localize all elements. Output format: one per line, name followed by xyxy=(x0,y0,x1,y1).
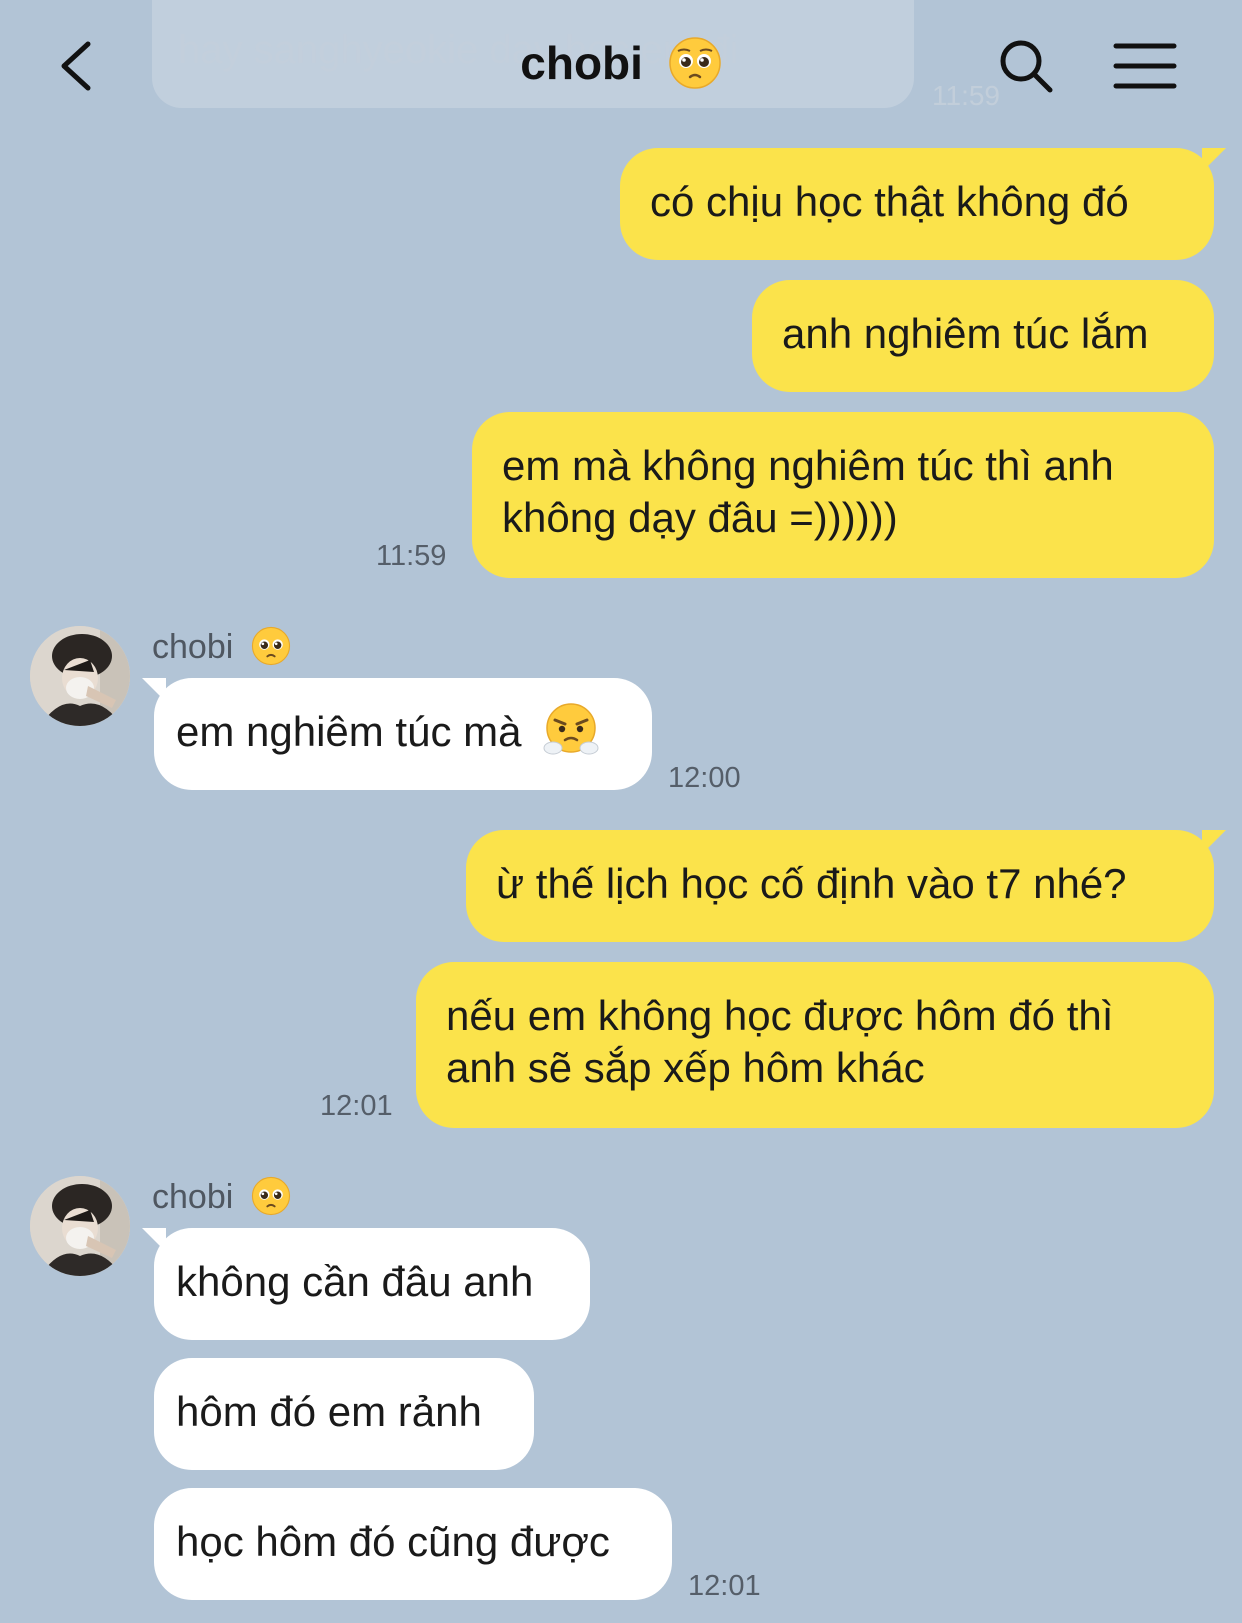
face-with-steam-emoji xyxy=(543,703,599,755)
sender-name-text: chobi xyxy=(152,1178,234,1216)
hamburger-menu-icon xyxy=(1113,43,1177,89)
message-text: có chịu học thật không đó xyxy=(650,178,1129,225)
message-text: không cần đâu anh xyxy=(176,1258,534,1305)
menu-button[interactable] xyxy=(1112,38,1178,94)
received-message[interactable]: học hôm đó cũng được xyxy=(154,1488,672,1600)
message-text: ừ thế lịch học cố định vào t7 nhé? xyxy=(496,860,1127,907)
message-text: học hôm đó cũng được xyxy=(176,1518,610,1565)
message-text: anh nghiêm túc lắm xyxy=(782,310,1149,357)
contact-avatar[interactable] xyxy=(30,626,130,726)
message-time: 12:01 xyxy=(688,1570,761,1602)
received-message[interactable]: không cần đâu anh xyxy=(142,1228,590,1340)
avatar-photo xyxy=(30,626,130,726)
message-time: 12:01 xyxy=(320,1090,393,1122)
message-text: hôm đó em rảnh xyxy=(176,1388,482,1435)
contact-avatar[interactable] xyxy=(30,1176,130,1276)
sent-message[interactable]: em mà không nghiêm túc thì anh không dạy… xyxy=(472,412,1214,578)
pleading-face-emoji xyxy=(668,37,721,89)
search-icon xyxy=(1000,40,1053,93)
sent-message[interactable]: nếu em không học được hôm đó thì anh sẽ … xyxy=(416,962,1214,1128)
chat-title-text: chobi xyxy=(520,37,643,89)
pleading-face-emoji xyxy=(251,1176,290,1216)
avatar-photo xyxy=(30,1176,130,1276)
message-text-line: anh sẽ sắp xếp hôm khác xyxy=(446,1044,925,1091)
sent-message[interactable]: anh nghiêm túc lắm xyxy=(752,280,1214,392)
chat-header: hay sanghyeokie dạy học em đi 11:59 chob… xyxy=(0,0,1242,130)
message-time: 11:59 xyxy=(376,540,447,572)
message-time: 12:00 xyxy=(668,762,741,794)
sender-name: chobi xyxy=(152,1176,291,1217)
search-button[interactable] xyxy=(996,36,1056,96)
sent-message[interactable]: ừ thế lịch học cố định vào t7 nhé? xyxy=(466,830,1226,942)
message-text: em nghiêm túc mà xyxy=(176,708,522,755)
message-text-line: nếu em không học được hôm đó thì xyxy=(446,992,1114,1039)
received-message[interactable]: hôm đó em rảnh xyxy=(154,1358,534,1470)
received-message[interactable]: em nghiêm túc mà xyxy=(142,678,652,790)
message-text-line: em mà không nghiêm túc thì anh xyxy=(502,442,1114,489)
sender-name-text: chobi xyxy=(152,628,234,666)
pleading-face-emoji xyxy=(251,626,290,666)
sender-name: chobi xyxy=(152,626,291,667)
sent-message[interactable]: có chịu học thật không đó xyxy=(620,148,1226,260)
message-text-line: không dạy đâu =)))))) xyxy=(502,494,898,541)
